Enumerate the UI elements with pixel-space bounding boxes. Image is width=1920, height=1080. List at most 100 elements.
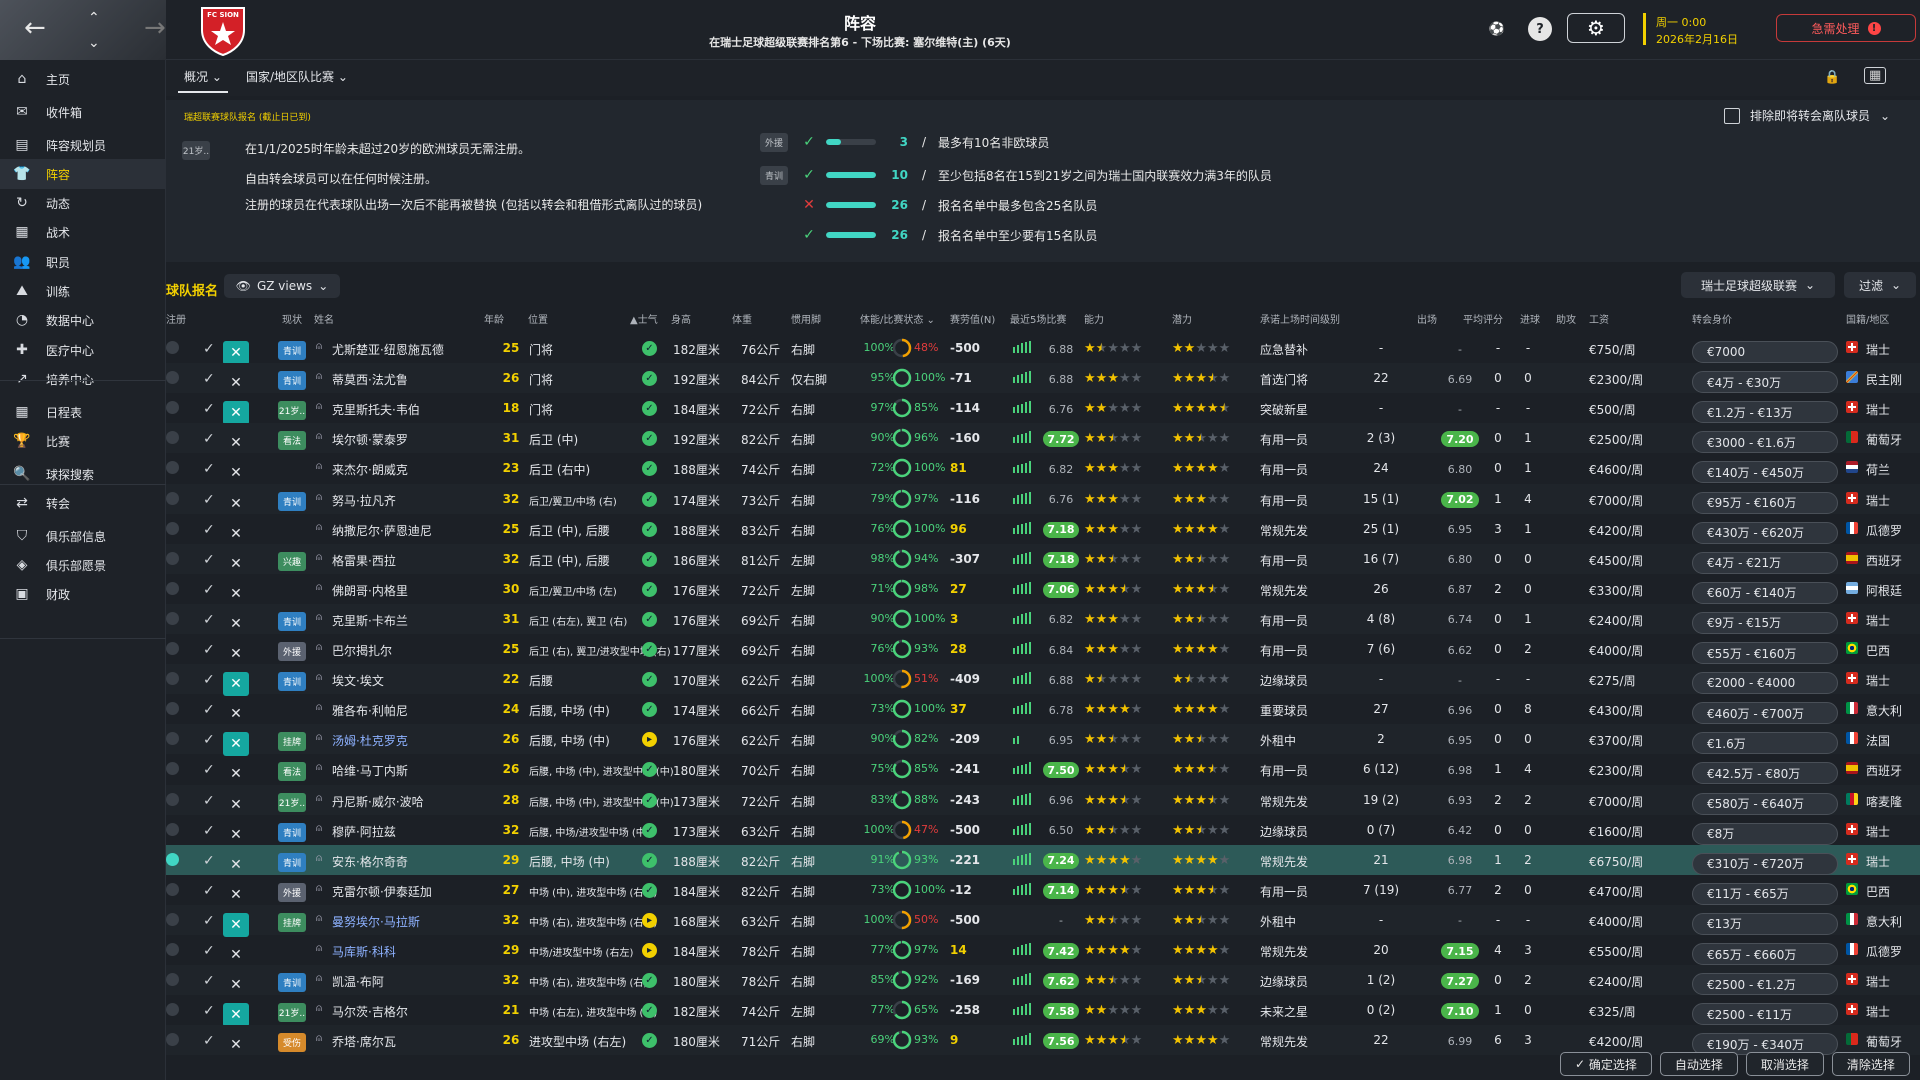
player-name[interactable]: 安东·格尔奇奇 <box>332 853 408 870</box>
col-height[interactable]: 身高 <box>671 311 691 326</box>
col-apps[interactable]: 出场 <box>1417 311 1437 326</box>
unregister-button[interactable]: ✕ <box>223 853 249 877</box>
player-name[interactable]: 格雷果·西拉 <box>332 552 396 569</box>
player-name[interactable]: 克里斯·卡布兰 <box>332 612 408 629</box>
transfer-value[interactable]: €4万 - €21万 <box>1692 551 1838 574</box>
transfer-value[interactable]: €3000 - €1.6万 <box>1692 431 1838 454</box>
transfer-value[interactable]: €60万 - €140万 <box>1692 581 1838 604</box>
back-arrow-icon[interactable]: ← <box>24 13 46 43</box>
unregister-button[interactable]: ✕ <box>223 492 249 516</box>
transfer-value[interactable]: €310万 - €720万 <box>1692 852 1838 875</box>
player-name[interactable]: 巴尔揭扎尔 <box>332 642 392 659</box>
player-name[interactable]: 马库斯·科科 <box>332 943 396 960</box>
transfer-value[interactable]: €460万 - €700万 <box>1692 702 1838 725</box>
player-row[interactable]: ✓ ✕ 青训 ⍝ 凯温·布阿 32 中场 (右), 进攻型中场 (右) ✓ 180厘米 78公斤右… <box>166 965 1920 997</box>
player-row[interactable]: ✓ ✕ 青训 ⍝ 尤斯楚亚·纽恩施瓦德 25 门将 ✓ 182厘米 76公斤 右脚 100% 48% -5… <box>166 333 1920 365</box>
transfer-value[interactable]: €4万 - €30万 <box>1692 371 1838 394</box>
player-row[interactable]: ✓ ✕ ⍝ 来杰尔·朗威克 23 后卫 (右中) ✓ 188厘米 74公斤 右脚 72% 100% 81… <box>166 453 1920 484</box>
transfer-value[interactable]: €430万 - €620万 <box>1692 521 1838 544</box>
col-playing-time[interactable]: 承诺上场时间级别 <box>1260 311 1340 326</box>
select-radio[interactable] <box>166 973 179 987</box>
col-potential[interactable]: 潜力 <box>1172 311 1192 326</box>
transfer-value[interactable]: €8万 <box>1692 822 1838 845</box>
sidebar-item-activity[interactable]: ↻ 动态 <box>0 188 166 218</box>
transfer-value[interactable]: €9万 - €15万 <box>1692 611 1838 634</box>
transfer-value[interactable]: €1.6万 <box>1692 732 1838 755</box>
player-row[interactable]: ✓ ✕ 挂牌 ⍝ 汤姆·杜克罗克 26 后腰, 中场 (中) ▸ 176厘米 62公斤 右脚 90% 8… <box>166 724 1920 757</box>
player-row[interactable]: ✓ ✕ 青训 ⍝ 穆萨·阿拉兹 32 后腰, 中场/进攻型中场 (中) ✓ 173厘米 63公斤右… <box>166 815 1920 845</box>
player-row[interactable]: ✓ ✕ 21岁.. ⍝ 克里斯托夫·韦伯 18 门将 ✓ 184厘米 72公斤 右脚 97% 85% -1… <box>166 393 1920 426</box>
unregister-button[interactable]: ✕ <box>223 431 249 455</box>
col-ability[interactable]: 能力 <box>1084 311 1104 326</box>
col-status[interactable]: 现状 <box>282 311 302 326</box>
exclude-checkbox[interactable] <box>1724 107 1740 124</box>
unregister-button[interactable]: ✕ <box>223 943 249 967</box>
player-name[interactable]: 穆萨·阿拉兹 <box>332 823 396 840</box>
transfer-value[interactable]: €580万 - €640万 <box>1692 792 1838 815</box>
select-radio[interactable] <box>166 341 179 354</box>
player-row[interactable]: ✓ ✕ 青训 ⍝ 克里斯·卡布兰 31 后卫 (右左), 翼卫 (右) ✓ 176厘米 69公斤右… <box>166 603 1920 636</box>
sidebar-item-tactics[interactable]: ▦ 战术 <box>0 217 166 247</box>
unregister-button[interactable]: ✕ <box>223 973 249 997</box>
player-row[interactable]: ✓ ✕ 看法 ⍝ 埃尔顿·蒙泰罗 31 后卫 (中) ✓ 192厘米 82公斤 右脚 90% 96% -1… <box>166 423 1920 455</box>
unregister-button[interactable]: ✕ <box>223 612 249 636</box>
select-radio[interactable] <box>166 943 179 956</box>
transfer-value[interactable]: €7000 <box>1692 341 1838 363</box>
select-radio[interactable] <box>166 822 179 836</box>
check-icon[interactable]: ✓ <box>203 1003 215 1019</box>
col-age[interactable]: 年龄 <box>484 311 504 326</box>
layout-icon[interactable]: ▦ <box>1864 67 1887 84</box>
view-selector[interactable]: 👁 GZ views ⌄ <box>224 274 340 298</box>
urgent-button[interactable]: 急需处理 ! <box>1776 14 1916 42</box>
check-icon[interactable]: ✓ <box>203 371 215 387</box>
transfer-value[interactable]: €13万 <box>1692 912 1838 935</box>
player-name[interactable]: 埃文·埃文 <box>332 672 384 689</box>
sidebar-item-vision[interactable]: ◈ 俱乐部愿景 <box>0 550 166 580</box>
player-name[interactable]: 丹尼斯·威尔·波哈 <box>332 793 424 810</box>
col-avg-rating[interactable]: 平均评分 <box>1463 311 1503 326</box>
transfer-value[interactable]: €65万 - €660万 <box>1692 943 1838 965</box>
filter-dropdown[interactable]: 过滤 ⌄ <box>1844 272 1916 298</box>
col-morale[interactable]: ▲士气 <box>630 311 658 326</box>
unregister-button[interactable]: ✕ <box>223 702 249 726</box>
check-icon[interactable]: ✓ <box>203 823 215 839</box>
help-icon[interactable]: ? <box>1528 17 1552 41</box>
select-radio[interactable] <box>166 611 179 625</box>
player-name[interactable]: 曼努埃尔·马拉斯 <box>332 913 420 930</box>
select-radio[interactable] <box>166 551 179 565</box>
player-row[interactable]: ✓ ✕ 外援 ⍝ 克雷尔顿·伊泰廷加 27 中场 (中), 进攻型中场 (右中) ✓ 184厘米… <box>166 875 1920 905</box>
player-row[interactable]: ✓ ✕ 青训 ⍝ 安东·格尔奇奇 29 后腰, 中场 (中) ✓ 188厘米 82公斤 右脚 91% 9… <box>166 844 1920 877</box>
col-name[interactable]: 姓名 <box>314 311 334 326</box>
chevron-down-icon[interactable]: ⌄ <box>88 28 100 58</box>
player-row[interactable]: ✓ ✕ ⍝ 雅各布·利帕尼 24 后腰, 中场 (中) ✓ 174厘米 66公斤 右脚 73% 100… <box>166 694 1920 726</box>
select-radio[interactable] <box>166 431 179 445</box>
sidebar-item-transfer[interactable]: ⇄ 转会 <box>0 488 166 518</box>
player-name[interactable]: 埃尔顿·蒙泰罗 <box>332 431 408 448</box>
col-condition[interactable]: 体能/比赛状态 ⌄ <box>860 311 935 326</box>
select-radio[interactable] <box>166 581 179 595</box>
club-crest-logo[interactable]: FC SION <box>198 4 248 56</box>
sidebar-item-home[interactable]: ⌂ 主页 <box>0 64 166 94</box>
league-filter-dropdown[interactable]: 瑞士足球超级联赛 ⌄ <box>1681 272 1835 298</box>
col-position[interactable]: 位置 <box>528 311 548 326</box>
transfer-value[interactable]: €2500 - €11万 <box>1692 1003 1838 1026</box>
player-name[interactable]: 克雷尔顿·伊泰廷加 <box>332 883 432 900</box>
check-icon[interactable]: ✓ <box>203 913 215 929</box>
select-radio[interactable] <box>166 461 179 475</box>
col-assists[interactable]: 助攻 <box>1556 311 1576 326</box>
unregister-button[interactable]: ✕ <box>223 1033 249 1057</box>
select-radio[interactable] <box>166 371 179 385</box>
sidebar-item-calendar[interactable]: ▦ 日程表 <box>0 397 166 427</box>
transfer-value[interactable]: €140万 - €450万 <box>1692 461 1838 484</box>
player-row[interactable]: ✓ ✕ 挂牌 ⍝ 曼努埃尔·马拉斯 32 中场 (右), 进攻型中场 (右中) ▸ 168厘米 6… <box>166 904 1920 937</box>
transfer-value[interactable]: €2500 - €1.2万 <box>1692 973 1838 996</box>
select-radio[interactable] <box>166 852 179 866</box>
unregister-button[interactable]: ✕ <box>223 1003 249 1028</box>
transfer-value[interactable]: €55万 - €160万 <box>1692 642 1838 664</box>
check-icon[interactable]: ✓ <box>203 401 215 417</box>
unregister-button[interactable]: ✕ <box>223 642 249 666</box>
transfer-value[interactable]: €1.2万 - €13万 <box>1692 401 1838 424</box>
settings-button[interactable]: ⚙ <box>1567 13 1625 43</box>
player-row[interactable]: ✓ ✕ ⍝ 马库斯·科科 29 中场/进攻型中场 (右左) ▸ 184厘米 78公斤 右脚 77% 9… <box>166 935 1920 965</box>
col-last5[interactable]: 最近5场比赛 <box>1010 311 1066 326</box>
